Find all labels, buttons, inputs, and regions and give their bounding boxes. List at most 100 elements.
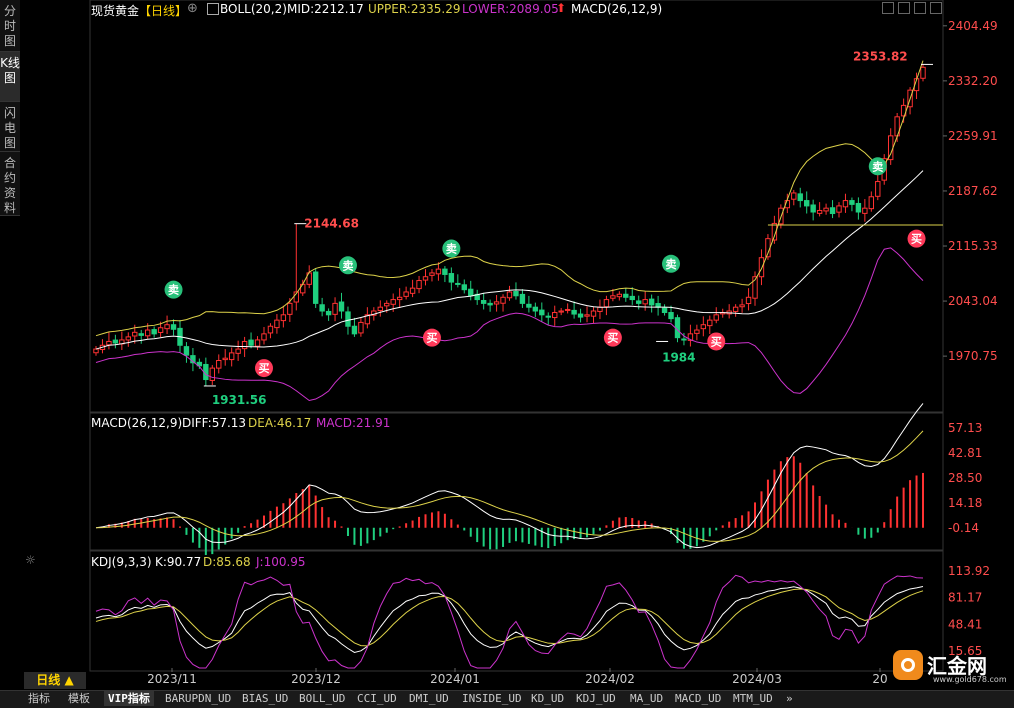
kdj-tick-label: 48.41: [948, 617, 982, 631]
date-tick-label: 20: [872, 672, 887, 686]
layout-icon[interactable]: [898, 2, 910, 14]
candle-body: [810, 204, 816, 213]
candle-body: [274, 319, 280, 329]
tab-contract-info[interactable]: 合约资料: [0, 152, 20, 216]
candle-body: [157, 327, 164, 333]
boll-label: BOLL(20,2): [220, 2, 287, 16]
tab-inside[interactable]: INSIDE_UD: [462, 691, 522, 706]
extreme-label: 2353.82: [853, 49, 908, 63]
macd-tick-label: 14.18: [948, 496, 982, 510]
candle-body: [254, 339, 261, 347]
candle-body: [209, 367, 215, 381]
candle-body: [571, 309, 577, 315]
tab-kdj[interactable]: KDJ_UD: [576, 691, 616, 706]
candle-body: [332, 302, 338, 315]
close-icon[interactable]: [930, 2, 942, 14]
date-tick-label: 2023/11: [147, 672, 197, 686]
candle-body: [823, 207, 829, 212]
macd-tick-label: 28.50: [948, 471, 982, 485]
macd-label-top: MACD(26,12,9): [571, 2, 663, 16]
tab-kline[interactable]: K线图: [0, 52, 20, 102]
candle-body: [480, 299, 487, 304]
tab-macd[interactable]: MACD_UD: [675, 691, 721, 706]
candle-body: [125, 336, 132, 341]
symbol-title: 现货黄金: [91, 4, 140, 18]
logo-icon: [893, 650, 923, 680]
candle-body: [526, 303, 532, 308]
candle-body: [636, 300, 642, 304]
tab-ma[interactable]: MA_UD: [630, 691, 663, 706]
macd-tick-label: 57.13: [948, 421, 982, 435]
price-tick-label: 2043.04: [948, 294, 998, 308]
candle-body: [442, 268, 448, 275]
tab-mtm[interactable]: MTM_UD: [733, 691, 773, 706]
candle-body: [261, 333, 267, 341]
arrow-up-icon: ⬆: [556, 1, 567, 15]
tab-kd[interactable]: KD_UD: [531, 691, 564, 706]
candle-body: [267, 325, 274, 334]
tab-templates[interactable]: 模板: [68, 691, 90, 706]
candle-body: [855, 202, 862, 213]
price-tick-label: 2332.20: [948, 74, 998, 88]
candle-body: [351, 325, 358, 335]
candle-body: [564, 308, 571, 311]
candle-body: [849, 200, 855, 205]
sun-icon[interactable]: ☼: [25, 553, 36, 567]
candle-body: [487, 302, 493, 306]
candle-body: [377, 306, 383, 312]
buy-signal-label: 买: [258, 362, 269, 375]
extreme-label: 2144.68: [304, 217, 359, 231]
tab-boll[interactable]: BOLL_UD: [299, 691, 345, 706]
macd-diff: DIFF:57.13: [182, 416, 247, 430]
kdj-d: D:85.68: [203, 555, 251, 569]
tab-indicators[interactable]: 指标: [28, 691, 50, 706]
kdj-k: K:90.77: [155, 555, 202, 569]
candle-body: [661, 307, 668, 314]
tab-barupdn[interactable]: BARUPDN_UD: [165, 691, 231, 706]
candle-body: [132, 331, 138, 337]
settings-icon[interactable]: ⊕: [187, 1, 198, 16]
tab-vip-indicators[interactable]: VIP指标: [104, 691, 154, 706]
scroll-right-icon[interactable]: »: [786, 691, 793, 706]
pin-icon[interactable]: [882, 2, 894, 14]
candle-body: [325, 310, 332, 316]
candle-body: [228, 352, 235, 361]
candle-body: [138, 333, 144, 336]
candle-body: [532, 306, 539, 312]
indicator-icon[interactable]: [207, 3, 219, 15]
tab-bias[interactable]: BIAS_UD: [242, 691, 288, 706]
candle-body: [513, 291, 519, 297]
tab-time-share[interactable]: 分时图: [0, 0, 20, 52]
candle-body: [732, 306, 739, 312]
candle-body: [816, 209, 823, 214]
candle-body: [674, 317, 681, 339]
tab-cci[interactable]: CCI_UD: [357, 691, 397, 706]
candle-body: [739, 304, 745, 308]
price-tick-label: 2187.62: [948, 184, 998, 198]
sell-signal-label: 卖: [342, 258, 353, 272]
price-tick-label: 2115.33: [948, 239, 998, 253]
date-tick-label: 2024/01: [430, 672, 480, 686]
candle-body: [384, 302, 390, 307]
tab-dmi[interactable]: DMI_UD: [409, 691, 449, 706]
period-selector[interactable]: 日线 ▲: [24, 672, 86, 689]
extreme-label: 1984: [662, 350, 695, 364]
logo: 汇金网 www.gold678.com: [893, 648, 1008, 686]
candle-body: [545, 315, 551, 318]
kdj-panel-frame: [89, 550, 944, 672]
candle-body: [164, 324, 170, 330]
restore-icon[interactable]: [914, 2, 926, 14]
candle-body: [390, 299, 396, 305]
candle-body: [312, 271, 319, 304]
candle-body: [623, 293, 629, 298]
macd-tick-label: 42.81: [948, 446, 982, 460]
candle-body: [829, 207, 836, 215]
candle-body: [642, 299, 648, 305]
candle-body: [500, 296, 506, 304]
macd-dea-line: [95, 430, 924, 542]
candle-body: [558, 310, 564, 313]
tab-flash[interactable]: 闪电图: [0, 102, 20, 152]
candle-body: [429, 272, 435, 276]
logo-url: www.gold678.com: [933, 675, 1007, 684]
candle-body: [493, 301, 500, 305]
